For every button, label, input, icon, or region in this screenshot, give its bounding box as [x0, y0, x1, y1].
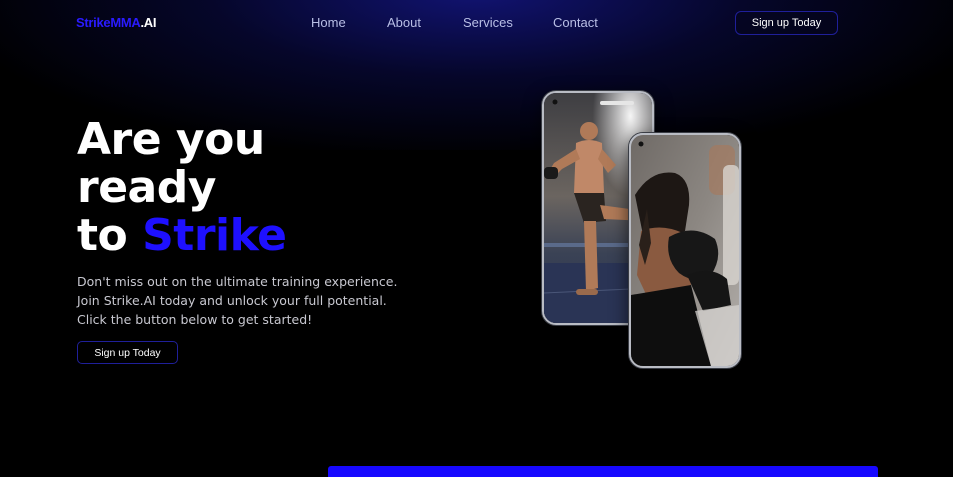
boxer-image [631, 135, 739, 366]
nav-link-services[interactable]: Services [463, 15, 513, 30]
nav-link-home[interactable]: Home [311, 15, 346, 30]
logo[interactable]: StrikeMMA.AI [76, 15, 156, 30]
hero-title: Are you ready to Strike [77, 116, 287, 260]
hero-description-line-2: Join Strike.AI today and unlock your ful… [77, 293, 387, 308]
hero-title-line-3: to Strike [77, 212, 287, 260]
nav-signup-button[interactable]: Sign up Today [735, 11, 838, 35]
hero-description: Don't miss out on the ultimate training … [77, 272, 407, 329]
landing-page: StrikeMMA.AI Home About Services Contact… [0, 0, 953, 477]
phone-mockup-boxer [629, 133, 741, 368]
top-navigation: StrikeMMA.AI Home About Services Contact… [0, 0, 953, 46]
hero-title-line-2: ready [77, 162, 216, 213]
nav-link-about[interactable]: About [387, 15, 421, 30]
hero-description-line-3: Click the button below to get started! [77, 312, 313, 327]
logo-brand: StrikeMMA [76, 15, 141, 30]
hero-title-accent: Strike [142, 210, 287, 261]
logo-suffix: .AI [140, 15, 157, 30]
hero-signup-button[interactable]: Sign up Today [77, 341, 178, 364]
bottom-accent-bar [328, 466, 878, 477]
hero-title-line-1: Are you [77, 114, 265, 165]
hero-description-line-1: Don't miss out on the ultimate training … [77, 274, 398, 289]
nav-link-contact[interactable]: Contact [553, 15, 598, 30]
hero-title-prefix: to [77, 210, 128, 261]
